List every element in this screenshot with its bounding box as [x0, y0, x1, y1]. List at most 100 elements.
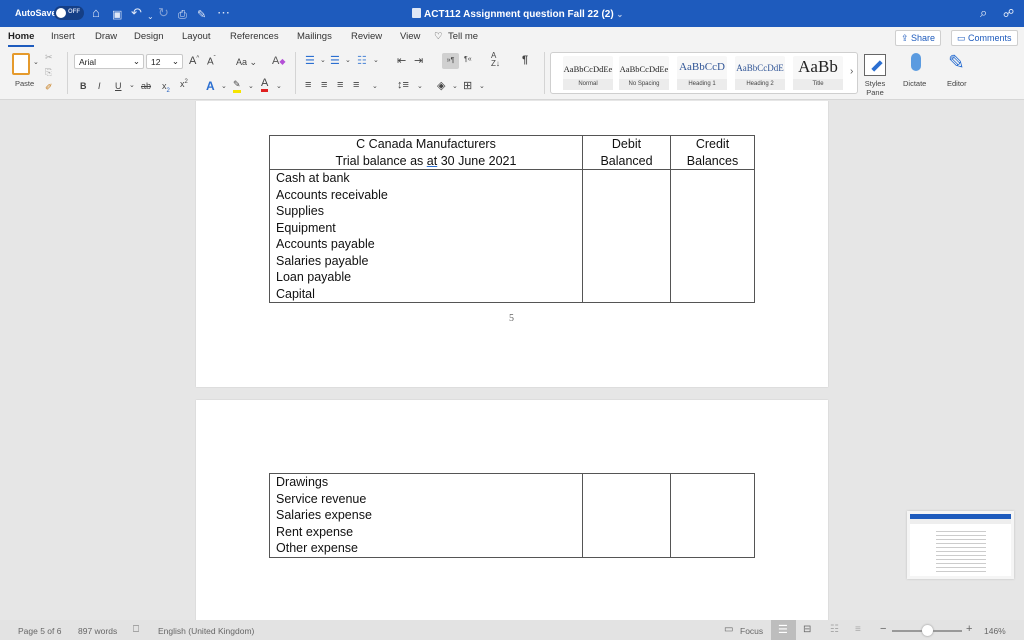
- accounts-cell[interactable]: Drawings Service revenue Salaries expense R…: [269, 473, 583, 558]
- clear-formatting-icon[interactable]: A◆: [272, 55, 286, 67]
- rtl-button[interactable]: ¶«: [464, 56, 472, 63]
- chevron-down-icon[interactable]: ⌄: [248, 82, 254, 90]
- chevron-down-icon[interactable]: ⌄: [479, 82, 485, 90]
- format-painter-icon[interactable]: ✐: [45, 82, 53, 93]
- text-effects-icon[interactable]: A: [206, 79, 215, 93]
- show-formatting-icon[interactable]: ¶: [522, 54, 528, 66]
- credit-cell[interactable]: [670, 473, 755, 558]
- paste-dropdown-icon[interactable]: ⌄: [33, 58, 39, 66]
- outline-icon[interactable]: ☷: [830, 624, 839, 635]
- autosave-toggle[interactable]: OFF: [54, 6, 84, 20]
- ltr-button[interactable]: »¶: [442, 53, 459, 69]
- web-layout-icon[interactable]: ⊟: [803, 624, 811, 635]
- page-count[interactable]: Page 5 of 6: [18, 626, 61, 636]
- share-button[interactable]: ⇪ Share: [895, 30, 942, 46]
- shrink-font-icon[interactable]: Aˇ: [207, 56, 216, 67]
- focus-button[interactable]: Focus: [740, 626, 763, 636]
- numbering-icon[interactable]: ☰: [330, 54, 340, 67]
- strikethrough-icon[interactable]: ab: [141, 81, 151, 91]
- search-icon[interactable]: ⌕: [980, 5, 987, 21]
- grow-font-icon[interactable]: A^: [189, 55, 199, 67]
- chevron-down-icon[interactable]: ⌄: [417, 82, 423, 90]
- account-icon[interactable]: ☍: [1003, 7, 1014, 20]
- tab-references[interactable]: References: [230, 31, 279, 42]
- zoom-out-button[interactable]: −: [880, 623, 886, 635]
- multilevel-list-icon[interactable]: ☷: [357, 54, 367, 67]
- credit-header[interactable]: Credit Balances: [670, 135, 755, 170]
- home-icon[interactable]: ⌂: [92, 5, 100, 21]
- tab-draw[interactable]: Draw: [95, 31, 117, 42]
- highlight-icon[interactable]: ✎: [233, 79, 241, 93]
- focus-icon[interactable]: ▭: [724, 624, 733, 635]
- redo-icon[interactable]: ↻: [158, 5, 169, 21]
- tab-insert[interactable]: Insert: [51, 31, 75, 42]
- document-canvas[interactable]: C Canada Manufacturers Trial balance as …: [0, 101, 1024, 620]
- chevron-down-icon[interactable]: ⌄: [221, 82, 227, 90]
- tab-view[interactable]: View: [400, 31, 420, 42]
- style-normal[interactable]: AaBbCcDdEe Normal: [563, 56, 613, 90]
- style-heading-1[interactable]: AaBbCcD Heading 1: [677, 56, 727, 90]
- word-count[interactable]: 897 words: [78, 626, 117, 636]
- line-spacing-icon[interactable]: ↕≡: [397, 79, 409, 91]
- dictate-icon[interactable]: [911, 53, 921, 71]
- save-icon[interactable]: ▣: [112, 7, 122, 23]
- copy-icon[interactable]: ⎘: [45, 67, 52, 78]
- zoom-slider[interactable]: [892, 625, 962, 636]
- window-thumbnail[interactable]: [907, 511, 1014, 579]
- tell-me-input[interactable]: Tell me: [448, 31, 478, 42]
- debit-cell[interactable]: [582, 473, 671, 558]
- proofing-icon[interactable]: ⎕: [133, 624, 139, 635]
- shading-icon[interactable]: ◈: [437, 79, 445, 92]
- zoom-in-button[interactable]: +: [966, 623, 972, 635]
- change-case-button[interactable]: Aa ⌄: [236, 57, 257, 68]
- chevron-down-icon[interactable]: ⌄: [372, 82, 378, 90]
- font-size-select[interactable]: 12 ⌄: [146, 54, 183, 69]
- chevron-down-icon[interactable]: ⌄: [276, 82, 282, 90]
- tab-design[interactable]: Design: [134, 31, 164, 42]
- comments-button[interactable]: ▭ Comments: [951, 30, 1018, 46]
- chevron-down-icon[interactable]: ⌄: [373, 56, 379, 64]
- style-heading-2[interactable]: AaBbCcDdE Heading 2: [735, 56, 785, 90]
- tab-layout[interactable]: Layout: [182, 31, 211, 42]
- underline-icon[interactable]: U: [115, 81, 122, 91]
- print-layout-button[interactable]: ☰: [771, 620, 796, 640]
- increase-indent-icon[interactable]: ⇥: [414, 54, 423, 67]
- sort-icon[interactable]: A Z↓: [491, 52, 500, 68]
- chevron-down-icon[interactable]: ⌄: [452, 82, 458, 90]
- font-color-icon[interactable]: A: [261, 77, 269, 92]
- tab-review[interactable]: Review: [351, 31, 382, 42]
- zoom-level[interactable]: 146%: [984, 626, 1006, 636]
- table-title-cell[interactable]: C Canada Manufacturers Trial balance as …: [269, 135, 583, 170]
- undo-icon[interactable]: ↶: [131, 5, 142, 21]
- subscript-icon[interactable]: x2: [162, 81, 170, 94]
- underline-dropdown-icon[interactable]: ⌄: [129, 81, 135, 89]
- credit-cell[interactable]: [670, 169, 755, 303]
- align-right-icon[interactable]: ≡: [337, 79, 343, 91]
- accounts-cell[interactable]: Cash at bank Accounts receivable Supplies E…: [269, 169, 583, 303]
- draft-icon[interactable]: ≡: [855, 624, 861, 635]
- align-center-icon[interactable]: ≡: [321, 79, 327, 91]
- align-left-icon[interactable]: ≡: [305, 79, 311, 91]
- zoom-slider-knob[interactable]: [921, 625, 933, 636]
- font-name-select[interactable]: Arial ⌄: [74, 54, 144, 69]
- more-icon[interactable]: ⋯: [217, 5, 230, 21]
- styles-pane-icon[interactable]: [864, 54, 886, 76]
- undo-dropdown-icon[interactable]: ⌄: [147, 9, 154, 25]
- language[interactable]: English (United Kingdom): [158, 626, 254, 636]
- gallery-more-icon[interactable]: ›: [850, 66, 853, 77]
- italic-icon[interactable]: I: [98, 81, 101, 91]
- style-title[interactable]: AaBb Title: [793, 56, 843, 90]
- debit-header[interactable]: Debit Balanced: [582, 135, 671, 170]
- borders-icon[interactable]: ⊞: [463, 79, 472, 92]
- debit-cell[interactable]: [582, 169, 671, 303]
- editor-icon[interactable]: ✎: [948, 50, 965, 75]
- tab-home[interactable]: Home: [8, 31, 35, 47]
- chevron-down-icon[interactable]: ⌄: [345, 56, 351, 64]
- bullets-icon[interactable]: ☰: [305, 54, 315, 67]
- edit-icon[interactable]: ✎: [197, 7, 206, 23]
- paste-icon[interactable]: [12, 53, 30, 75]
- document-title[interactable]: ACT112 Assignment question Fall 22 (2) ⌄: [412, 8, 623, 20]
- chevron-down-icon[interactable]: ⌄: [320, 56, 326, 64]
- justify-icon[interactable]: ≡: [353, 79, 359, 91]
- tab-mailings[interactable]: Mailings: [297, 31, 332, 42]
